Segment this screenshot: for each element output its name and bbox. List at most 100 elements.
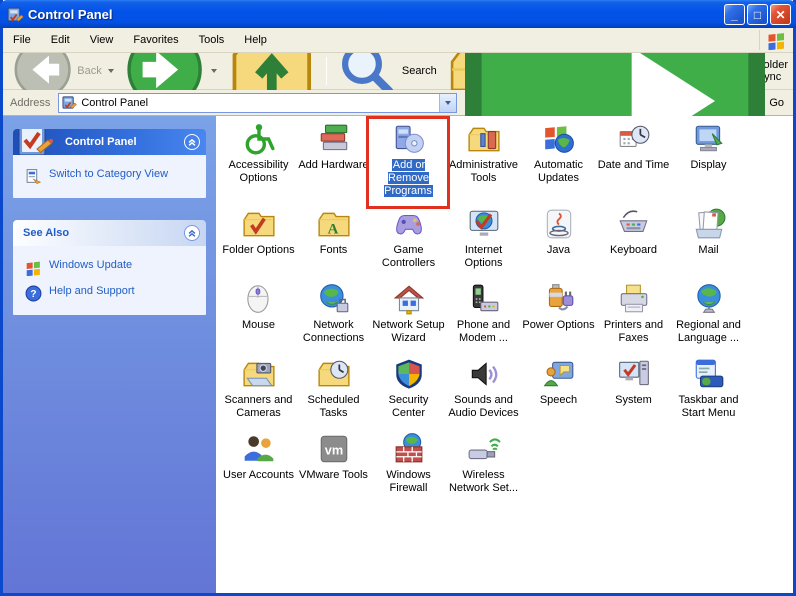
cpl-item-sounds-and-audio[interactable]: Sounds and Audio Devices <box>446 354 521 429</box>
accessibility-icon <box>242 122 276 156</box>
menu-item-help[interactable]: Help <box>234 30 277 50</box>
taskbar-start-menu-icon <box>692 357 726 391</box>
sidebar-link-label: Windows Update <box>49 259 132 271</box>
menu-item-view[interactable]: View <box>80 30 124 50</box>
address-label: Address <box>6 97 58 109</box>
toolbar-separator <box>326 57 327 85</box>
cpl-item-speech[interactable]: Speech <box>521 354 596 429</box>
back-dropdown-icon[interactable] <box>108 69 114 73</box>
cpl-item-network-connections[interactable]: Network Connections <box>296 279 371 354</box>
cpl-item-wireless-network[interactable]: Wireless Network Set... <box>446 429 521 504</box>
cpl-item-accessibility[interactable]: Accessibility Options <box>221 119 296 204</box>
phone-and-modem-icon <box>467 282 501 316</box>
cpl-item-mouse[interactable]: Mouse <box>221 279 296 354</box>
maximize-button[interactable]: □ <box>747 4 768 25</box>
cpl-item-java[interactable]: Java <box>521 204 596 279</box>
close-button[interactable]: ✕ <box>770 4 791 25</box>
control-panel-window-icon <box>7 6 24 23</box>
svg-text:vm: vm <box>324 442 342 457</box>
mail-icon <box>692 207 726 241</box>
item-label: Security Center <box>371 394 446 420</box>
power-options-icon <box>542 282 576 316</box>
java-icon <box>542 207 576 241</box>
forward-dropdown-icon[interactable] <box>211 69 217 73</box>
item-label: Wireless Network Set... <box>446 469 521 495</box>
cpl-item-add-remove-programs[interactable]: Add or Remove Programs <box>371 119 446 204</box>
menu-bar: FileEditViewFavoritesToolsHelp <box>3 28 793 53</box>
cpl-item-internet-options[interactable]: Internet Options <box>446 204 521 279</box>
address-bar: Address Control Panel Go <box>3 90 793 116</box>
cpl-item-security-center[interactable]: Security Center <box>371 354 446 429</box>
windows-flag-icon <box>25 259 42 276</box>
cpl-item-add-hardware[interactable]: Add Hardware <box>296 119 371 204</box>
cpl-item-keyboard[interactable]: Keyboard <box>596 204 671 279</box>
icon-view: Accessibility OptionsAdd HardwareAdd or … <box>216 116 793 593</box>
date-and-time-icon <box>617 122 651 156</box>
wireless-network-icon <box>467 432 501 466</box>
display-icon <box>692 122 726 156</box>
cpl-item-mail[interactable]: Mail <box>671 204 746 279</box>
item-label: Mail <box>698 244 718 257</box>
control-panel-window: Control Panel _ □ ✕ FileEditViewFavorite… <box>0 0 796 596</box>
item-label: Network Setup Wizard <box>371 319 446 345</box>
menu-item-file[interactable]: File <box>3 30 41 50</box>
minimize-button[interactable]: _ <box>724 4 745 25</box>
item-label: Power Options <box>522 319 594 332</box>
address-combo[interactable]: Control Panel <box>58 93 457 113</box>
cpl-item-game-controllers[interactable]: Game Controllers <box>371 204 446 279</box>
cpl-item-date-and-time[interactable]: Date and Time <box>596 119 671 204</box>
menu-item-favorites[interactable]: Favorites <box>123 30 188 50</box>
item-label: System <box>615 394 652 407</box>
cpl-item-user-accounts[interactable]: User Accounts <box>221 429 296 504</box>
cpl-item-windows-firewall[interactable]: Windows Firewall <box>371 429 446 504</box>
add-remove-programs-icon <box>392 122 426 156</box>
cpl-item-vmware-tools[interactable]: vm VMware Tools <box>296 429 371 504</box>
keyboard-icon <box>617 207 651 241</box>
sidebar-link[interactable]: Windows Update <box>25 259 200 276</box>
collapse-chevron-icon[interactable] <box>184 134 200 150</box>
cpl-item-printers-and-faxes[interactable]: Printers and Faxes <box>596 279 671 354</box>
windows-flag-icon <box>759 30 787 50</box>
item-label: Keyboard <box>610 244 657 257</box>
cpl-item-power-options[interactable]: Power Options <box>521 279 596 354</box>
sidebar-link[interactable]: ?Help and Support <box>25 285 200 302</box>
item-label: Add or Remove Programs <box>380 159 438 198</box>
panel-title: See Also <box>23 227 69 239</box>
title-bar: Control Panel _ □ ✕ <box>0 0 796 28</box>
collapse-chevron-icon[interactable] <box>184 225 200 241</box>
menu-item-tools[interactable]: Tools <box>189 30 235 50</box>
window-title: Control Panel <box>28 7 113 22</box>
windows-firewall-icon <box>392 432 426 466</box>
fonts-icon: A <box>317 207 351 241</box>
address-dropdown-button[interactable] <box>439 94 456 112</box>
cpl-item-automatic-updates[interactable]: Automatic Updates <box>521 119 596 204</box>
cpl-item-folder-options[interactable]: Folder Options <box>221 204 296 279</box>
speech-icon <box>542 357 576 391</box>
cpl-item-regional-and-language[interactable]: Regional and Language ... <box>671 279 746 354</box>
sounds-and-audio-icon <box>467 357 501 391</box>
address-value: Control Panel <box>81 97 148 109</box>
cpl-item-display[interactable]: Display <box>671 119 746 204</box>
item-label: Phone and Modem ... <box>446 319 521 345</box>
cpl-item-fonts[interactable]: A Fonts <box>296 204 371 279</box>
cpl-item-scanners-and-cameras[interactable]: Scanners and Cameras <box>221 354 296 429</box>
cpl-item-system[interactable]: System <box>596 354 671 429</box>
administrative-tools-icon <box>467 122 501 156</box>
cpl-item-scheduled-tasks[interactable]: Scheduled Tasks <box>296 354 371 429</box>
cpl-item-phone-and-modem[interactable]: Phone and Modem ... <box>446 279 521 354</box>
sidebar-link-label: Switch to Category View <box>49 168 168 180</box>
regional-and-language-icon <box>692 282 726 316</box>
cpl-item-network-setup-wizard[interactable]: Network Setup Wizard <box>371 279 446 354</box>
game-controllers-icon <box>392 207 426 241</box>
item-label: Fonts <box>320 244 348 257</box>
item-label: VMware Tools <box>299 469 368 482</box>
cpl-item-administrative-tools[interactable]: Administrative Tools <box>446 119 521 204</box>
user-accounts-icon <box>242 432 276 466</box>
item-label: Automatic Updates <box>521 159 596 185</box>
item-label: Game Controllers <box>371 244 446 270</box>
item-label: Windows Firewall <box>371 469 446 495</box>
sidebar-link[interactable]: Switch to Category View <box>25 168 200 185</box>
item-label: Administrative Tools <box>446 159 521 185</box>
menu-item-edit[interactable]: Edit <box>41 30 80 50</box>
cpl-item-taskbar-start-menu[interactable]: Taskbar and Start Menu <box>671 354 746 429</box>
